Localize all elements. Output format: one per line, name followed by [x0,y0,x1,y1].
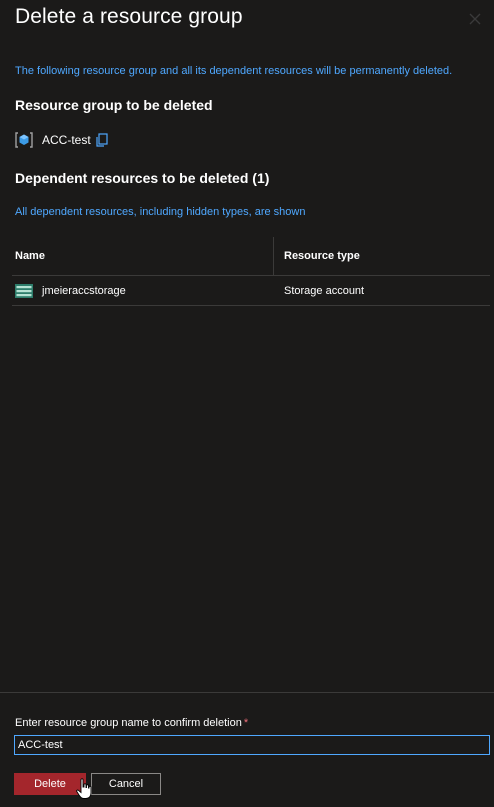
row-type-cell: Storage account [284,284,365,297]
page-title: Delete a resource group [15,5,243,28]
dependent-note: All dependent resources, including hidde… [15,206,306,218]
resource-group-name: ACC-test [42,133,91,147]
storage-account-icon [15,283,33,298]
column-header-type[interactable]: Resource type [273,237,490,275]
copy-icon[interactable] [95,133,109,147]
resource-group-icon [15,131,33,149]
confirm-label: Enter resource group name to confirm del… [15,717,248,729]
row-name-text[interactable]: jmeieraccstorage [42,285,126,297]
cancel-button[interactable]: Cancel [91,773,161,795]
delete-resource-group-panel: Delete a resource group The following re… [0,0,494,807]
warning-text: The following resource group and all its… [15,65,453,77]
footer-divider [0,692,494,693]
hand-cursor-icon [76,778,92,800]
confirm-label-text: Enter resource group name to confirm del… [15,717,242,729]
row-name-cell: jmeieraccstorage [12,276,273,305]
confirm-name-input[interactable] [14,735,490,755]
table-row[interactable]: jmeieraccstorage Storage account [12,276,490,306]
close-icon[interactable] [468,12,482,26]
column-header-name[interactable]: Name [12,237,273,275]
table-header: Name Resource type [12,237,490,276]
dependent-heading: Dependent resources to be deleted (1) [15,170,270,186]
rg-heading: Resource group to be deleted [15,97,213,113]
resource-group-row: ACC-test [15,130,109,150]
dependent-resources-table: Name Resource type jmeieraccstorage Stor… [12,237,490,306]
required-mark: * [243,717,249,729]
